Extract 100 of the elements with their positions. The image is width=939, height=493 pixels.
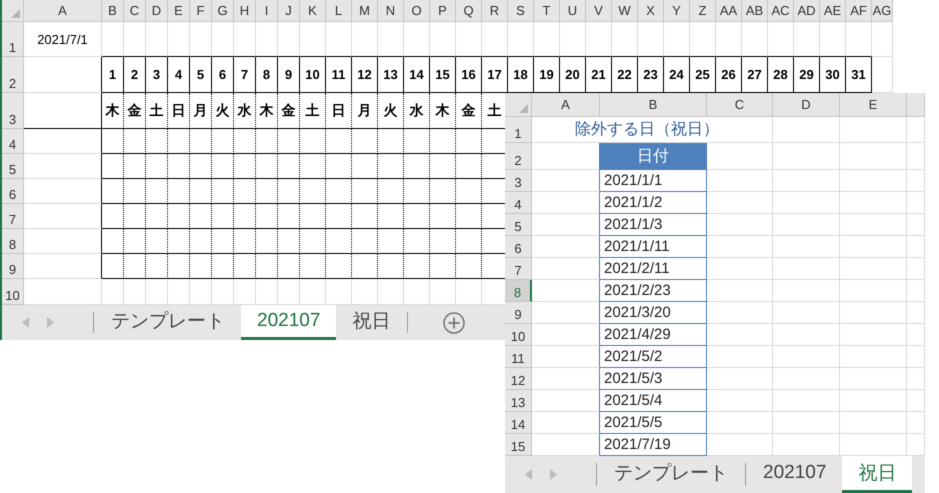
column-header[interactable]: I xyxy=(256,0,278,22)
sheet-tab[interactable]: 祝日 xyxy=(336,305,406,340)
column-header[interactable]: C xyxy=(124,0,146,22)
empty-cell xyxy=(146,129,168,154)
row-header[interactable]: 11 xyxy=(505,346,532,368)
empty-cell xyxy=(840,214,907,236)
add-sheet-icon[interactable] xyxy=(443,312,466,334)
empty-cell xyxy=(352,254,378,279)
column-header[interactable]: AA xyxy=(716,0,742,22)
scroll-right-icon[interactable] xyxy=(550,469,557,480)
column-header[interactable]: Q xyxy=(456,0,482,22)
column-header[interactable]: E xyxy=(840,93,907,117)
weekday-cell: 金 xyxy=(278,93,300,129)
column-header[interactable]: P xyxy=(430,0,456,22)
column-header[interactable]: B xyxy=(600,93,707,117)
column-header[interactable]: D xyxy=(146,0,168,22)
column-header[interactable] xyxy=(907,93,925,117)
column-header[interactable]: X xyxy=(638,0,664,22)
day-number-cell: 11 xyxy=(326,57,352,93)
row-header[interactable]: 9 xyxy=(505,302,532,324)
select-all-button[interactable] xyxy=(2,0,24,22)
date-cell: 2021/5/3 xyxy=(600,368,707,390)
row-header[interactable]: 10 xyxy=(2,279,24,305)
column-header[interactable]: D xyxy=(773,93,840,117)
column-header[interactable]: C xyxy=(707,93,773,117)
column-header[interactable]: T xyxy=(534,0,560,22)
column-header[interactable]: R xyxy=(482,0,508,22)
date-cell: 2021/1/3 xyxy=(600,214,707,236)
column-header[interactable]: W xyxy=(612,0,638,22)
column-header[interactable]: AG xyxy=(872,0,893,22)
day-number-cell: 16 xyxy=(456,57,482,93)
day-number-cell: 10 xyxy=(300,57,326,93)
column-header[interactable]: H xyxy=(234,0,256,22)
column-header[interactable]: Z xyxy=(690,0,716,22)
select-all-button[interactable] xyxy=(505,93,532,117)
column-header[interactable]: K xyxy=(300,0,326,22)
column-header[interactable]: AB xyxy=(742,0,768,22)
row-header[interactable]: 2 xyxy=(2,57,24,93)
row-header[interactable]: 6 xyxy=(505,236,532,258)
column-header[interactable]: F xyxy=(190,0,212,22)
scroll-left-icon[interactable] xyxy=(525,469,532,480)
row-header[interactable]: 4 xyxy=(505,192,532,214)
empty-cell xyxy=(707,302,773,324)
column-header[interactable]: G xyxy=(212,0,234,22)
row-header[interactable]: 3 xyxy=(2,93,24,129)
column-header[interactable]: V xyxy=(586,0,612,22)
row-header[interactable]: 8 xyxy=(505,280,532,302)
scroll-right-icon[interactable] xyxy=(47,317,54,328)
column-header[interactable]: A xyxy=(24,0,102,22)
row-header[interactable]: 5 xyxy=(505,214,532,236)
row-header[interactable]: 9 xyxy=(2,254,24,279)
row-header[interactable]: 5 xyxy=(2,154,24,179)
column-header[interactable]: AD xyxy=(794,0,820,22)
sheet-tab[interactable]: 祝日 xyxy=(842,456,912,493)
empty-cell xyxy=(773,346,840,368)
row-header[interactable]: 10 xyxy=(505,324,532,346)
column-header[interactable]: U xyxy=(560,0,586,22)
column-header[interactable]: S xyxy=(508,0,534,22)
column-header[interactable]: M xyxy=(352,0,378,22)
empty-cell xyxy=(190,229,212,254)
row-header[interactable]: 2 xyxy=(505,143,532,170)
sheet-tab[interactable]: テンプレート xyxy=(598,456,744,493)
row-header[interactable]: 7 xyxy=(505,258,532,280)
empty-cell xyxy=(146,229,168,254)
sheet-tab[interactable]: 202107 xyxy=(747,456,842,493)
weekday-cell: 水 xyxy=(404,93,430,129)
day-number-cell: 1 xyxy=(102,57,124,93)
row-header[interactable]: 6 xyxy=(2,179,24,204)
scroll-left-icon[interactable] xyxy=(22,317,29,328)
column-header[interactable]: J xyxy=(278,0,300,22)
row-header[interactable]: 1 xyxy=(2,22,24,57)
date-cell: 2021/1/1 xyxy=(600,170,707,192)
column-header[interactable]: B xyxy=(102,0,124,22)
column-header[interactable]: AE xyxy=(820,0,846,22)
row-header[interactable]: 4 xyxy=(2,129,24,154)
row-header[interactable]: 13 xyxy=(505,390,532,412)
sheet-tab[interactable]: テンプレート xyxy=(95,305,241,340)
row-header[interactable]: 1 xyxy=(505,117,532,143)
empty-cell xyxy=(840,324,907,346)
column-header[interactable]: A xyxy=(532,93,600,117)
column-header[interactable]: O xyxy=(404,0,430,22)
column-header[interactable]: AF xyxy=(846,0,872,22)
sheet-tab[interactable]: 202107 xyxy=(241,305,336,340)
column-header[interactable]: L xyxy=(326,0,352,22)
row-header[interactable]: 15 xyxy=(505,434,532,456)
empty-cell xyxy=(907,143,925,170)
weekday-cell: 日 xyxy=(326,93,352,129)
row-header[interactable]: 7 xyxy=(2,204,24,229)
empty-cell xyxy=(326,129,352,154)
column-header[interactable]: E xyxy=(168,0,190,22)
row-header[interactable]: 12 xyxy=(505,368,532,390)
column-header[interactable]: AC xyxy=(768,0,794,22)
empty-cell xyxy=(840,368,907,390)
date-cell: 2021/1/11 xyxy=(600,236,707,258)
row-header[interactable]: 8 xyxy=(2,229,24,254)
column-header[interactable]: Y xyxy=(664,0,690,22)
row-header[interactable]: 3 xyxy=(505,170,532,192)
column-header[interactable]: N xyxy=(378,0,404,22)
row-header[interactable]: 14 xyxy=(505,412,532,434)
weekday-cell: 水 xyxy=(234,93,256,129)
